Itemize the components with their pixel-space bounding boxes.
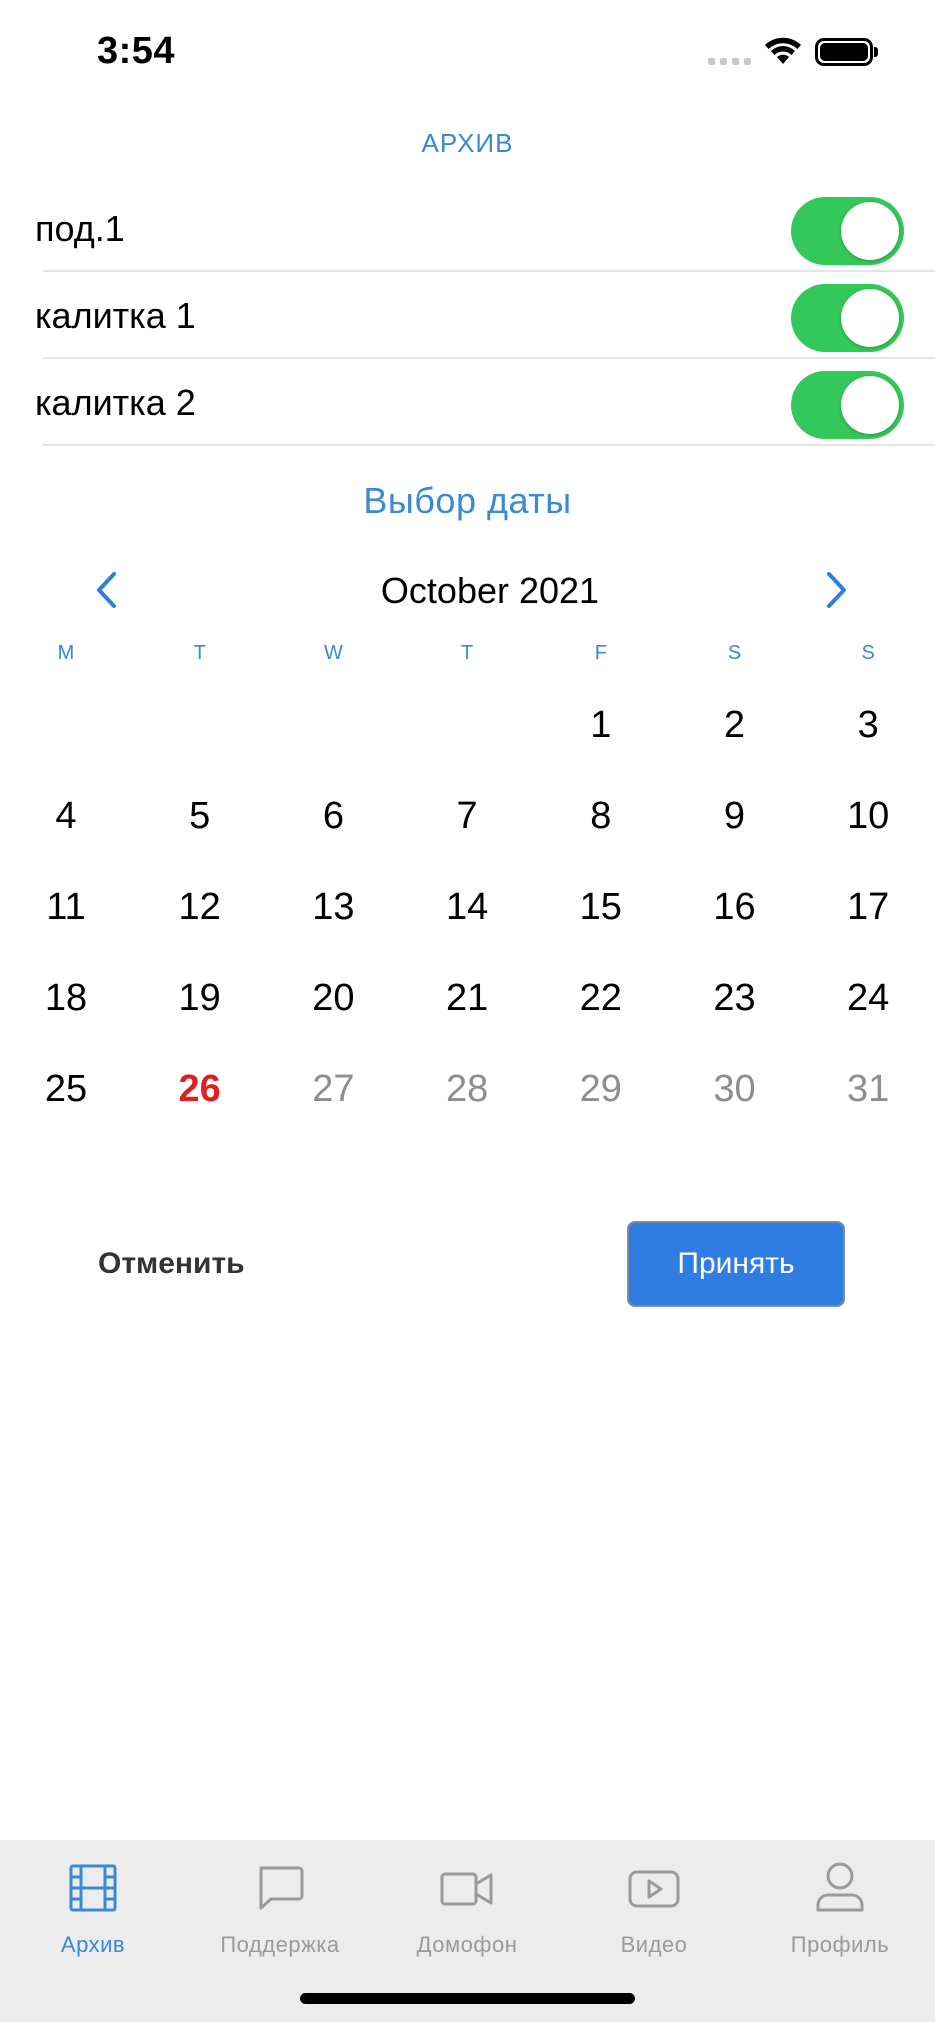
battery-icon <box>815 38 873 66</box>
calendar-day[interactable]: 12 <box>155 872 245 942</box>
calendar-day[interactable]: 25 <box>21 1054 111 1124</box>
calendar-day[interactable]: 18 <box>21 963 111 1033</box>
calendar-day[interactable]: 3 <box>823 690 913 760</box>
weekday-label: W <box>323 642 343 664</box>
calendar-day: 27 <box>312 1068 355 1110</box>
calendar-day[interactable]: 14 <box>422 872 512 942</box>
archive-title: АРХИВ <box>421 128 514 158</box>
camera-toggle[interactable] <box>791 284 904 352</box>
video-camera-icon <box>440 1872 493 1906</box>
calendar-day[interactable]: 19 <box>155 963 245 1033</box>
calendar-day[interactable]: 11 <box>21 872 111 942</box>
camera-toggle[interactable] <box>791 371 904 439</box>
status-bar: 3:54 <box>0 0 935 100</box>
calendar-day: 31 <box>847 1068 890 1110</box>
tab-profile[interactable]: Профиль <box>750 1858 930 1958</box>
calendar-day[interactable]: 15 <box>556 872 646 942</box>
calendar-day[interactable]: 13 <box>288 872 378 942</box>
tab-video[interactable]: Видео <box>564 1858 744 1958</box>
calendar-day[interactable]: 1 <box>556 690 646 760</box>
tab-label: Видео <box>620 1932 688 1957</box>
weekday-label: S <box>727 642 742 664</box>
calendar-day[interactable]: 4 <box>21 781 111 851</box>
tab-label: Поддержка <box>220 1932 340 1957</box>
row-divider <box>43 270 935 272</box>
home-indicator <box>300 1993 635 2004</box>
calendar-day[interactable]: 2 <box>690 690 780 760</box>
camera-toggle[interactable] <box>791 197 904 265</box>
tab-label: Профиль <box>790 1932 890 1957</box>
calendar-day[interactable]: 8 <box>556 781 646 851</box>
tab-label: Архив <box>60 1932 126 1957</box>
weekday-label: S <box>861 642 875 664</box>
weekday-label: T <box>460 642 474 664</box>
play-video-icon <box>628 1870 680 1908</box>
calendar-day[interactable]: 24 <box>823 963 913 1033</box>
camera-label: калитка 2 <box>35 382 196 423</box>
row-divider <box>43 357 935 359</box>
calendar-day[interactable]: 5 <box>155 781 245 851</box>
calendar-day[interactable]: 10 <box>823 781 913 851</box>
calendar-day[interactable]: 17 <box>823 872 913 942</box>
status-time: 3:54 <box>97 30 176 72</box>
cellular-signal-icon <box>708 58 751 65</box>
accept-button[interactable]: Принять <box>627 1221 845 1307</box>
film-icon <box>69 1864 117 1912</box>
camera-row: под.1 <box>0 186 935 272</box>
tab-intercom[interactable]: Домофон <box>377 1858 557 1958</box>
profile-icon <box>816 1862 864 1912</box>
weekday-header: MTWTFSS <box>0 642 935 672</box>
camera-row: калитка 1 <box>0 273 935 359</box>
camera-row: калитка 2 <box>0 360 935 446</box>
weekday-label: T <box>193 642 206 664</box>
battery-tip <box>874 47 878 57</box>
calendar-day: 29 <box>579 1068 622 1110</box>
calendar-day[interactable]: 16 <box>690 872 780 942</box>
calendar-day[interactable]: 22 <box>556 963 646 1033</box>
next-month-button[interactable] <box>815 568 859 612</box>
chat-bubble-icon <box>259 1866 304 1910</box>
calendar-day[interactable]: 6 <box>288 781 378 851</box>
calendar-day[interactable]: 23 <box>690 963 780 1033</box>
tab-archive[interactable]: Архив <box>3 1858 183 1958</box>
date-picker-title: Выбор даты <box>363 480 572 521</box>
camera-label: под.1 <box>35 208 125 249</box>
weekday-label: F <box>594 642 607 664</box>
weekday-label: M <box>57 642 75 664</box>
calendar-day: 30 <box>713 1068 756 1110</box>
calendar-day[interactable]: 7 <box>422 781 512 851</box>
camera-label: калитка 1 <box>35 295 196 336</box>
cancel-button[interactable]: Отменить <box>98 1222 298 1306</box>
chevron-right-icon <box>827 572 846 608</box>
calendar-header: October 2021 <box>0 560 935 620</box>
calendar-day[interactable]: 20 <box>288 963 378 1033</box>
month-label: October 2021 <box>380 570 600 611</box>
calendar-day[interactable]: 21 <box>422 963 512 1033</box>
row-divider <box>43 444 935 446</box>
tab-support[interactable]: Поддержка <box>190 1858 370 1958</box>
wifi-icon <box>765 37 801 64</box>
calendar-day[interactable]: 9 <box>690 781 780 851</box>
calendar-day-today[interactable]: 26 <box>155 1054 245 1124</box>
calendar-day: 28 <box>445 1068 489 1110</box>
tab-label: Домофон <box>416 1932 518 1957</box>
